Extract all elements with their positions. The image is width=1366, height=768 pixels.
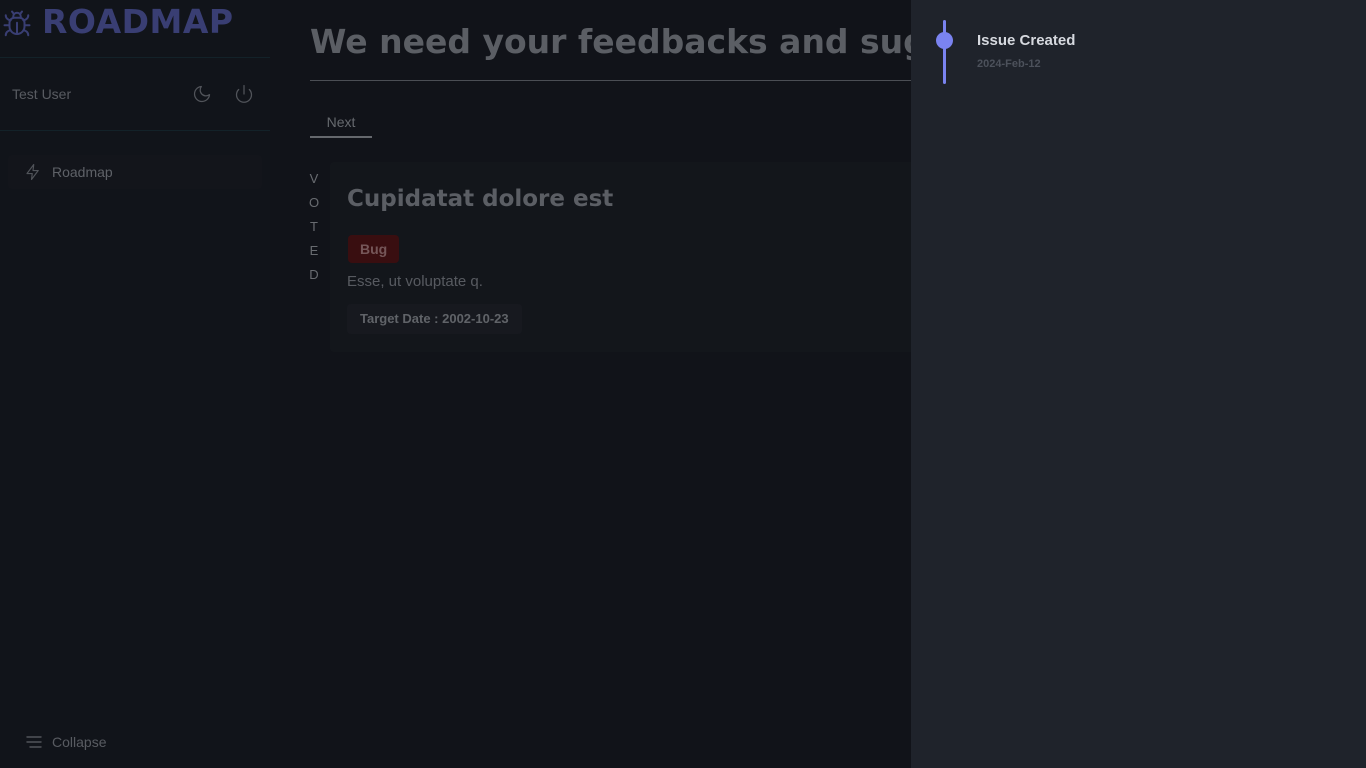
timeline-dot <box>936 32 953 49</box>
timeline-event-title: Issue Created <box>977 32 1076 49</box>
timeline-event-date: 2024-Feb-12 <box>977 58 1041 70</box>
timeline-drawer: Issue Created 2024-Feb-12 <box>911 0 1366 768</box>
drawer-backdrop[interactable] <box>0 0 911 768</box>
timeline-line <box>943 20 946 84</box>
